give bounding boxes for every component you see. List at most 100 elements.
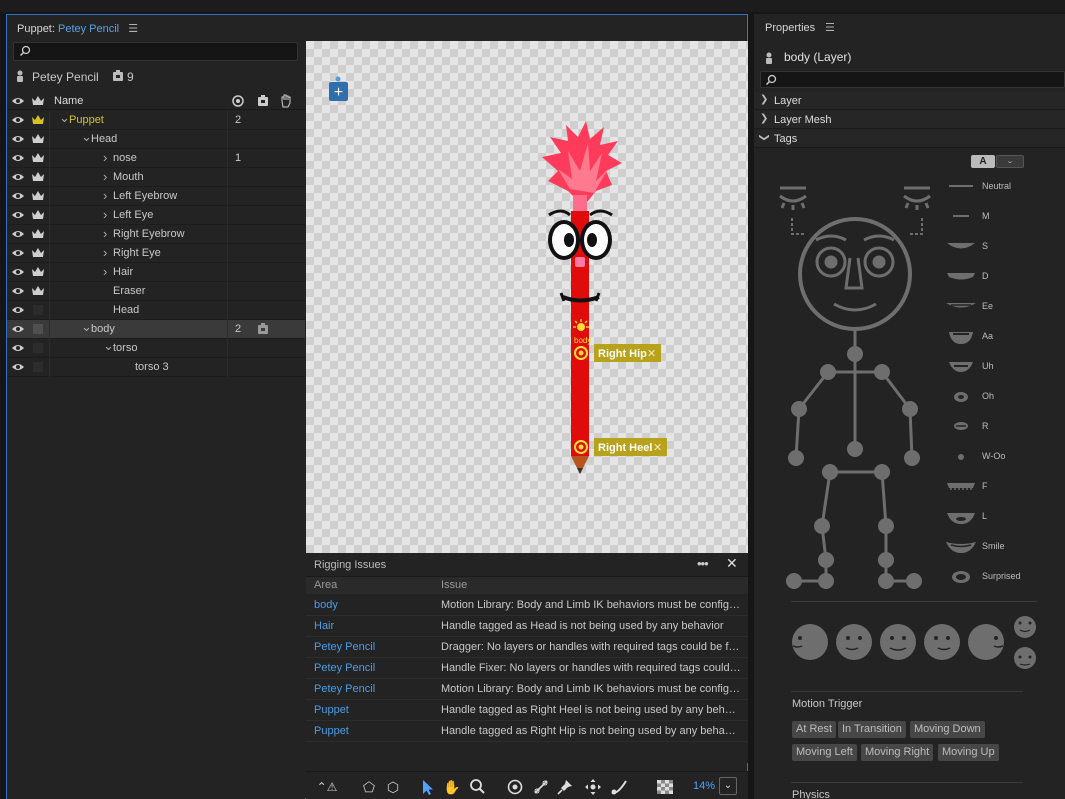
stroke-tool-icon[interactable]: [610, 778, 628, 796]
mouth-shape-icon[interactable]: [945, 210, 977, 224]
layer-row[interactable]: › Right Eyebrow: [7, 225, 305, 244]
mouth-tag-label[interactable]: F: [982, 481, 988, 491]
layer-row[interactable]: Eraser: [7, 282, 305, 301]
mouth-shape-icon[interactable]: [945, 390, 977, 404]
layer-row[interactable]: › Hair: [7, 263, 305, 282]
mouth-shape-icon[interactable]: [945, 420, 977, 434]
issue-area-link[interactable]: body: [314, 599, 338, 611]
crown-icon[interactable]: [31, 114, 45, 125]
layer-row[interactable]: ⌄ Head: [7, 130, 305, 149]
mouth-tag-label[interactable]: W-Oo: [982, 451, 1005, 461]
mouth-tag-label[interactable]: D: [982, 271, 989, 281]
mouth-tag-label[interactable]: Ee: [982, 301, 993, 311]
visibility-eye-icon[interactable]: [11, 267, 25, 277]
motion-trigger-tag[interactable]: Moving Up: [938, 744, 999, 761]
visibility-eye-icon[interactable]: [11, 229, 25, 239]
motion-trigger-tag[interactable]: At Rest: [792, 721, 837, 738]
pin-tool-icon[interactable]: [556, 778, 574, 796]
visibility-eye-icon[interactable]: [11, 134, 25, 144]
mouth-tag-label[interactable]: Neutral: [982, 181, 1011, 191]
mouth-shape-icon[interactable]: [945, 450, 977, 464]
visibility-eye-icon[interactable]: [11, 324, 25, 334]
mouth-shape-icon[interactable]: [945, 330, 977, 344]
crown-icon[interactable]: [31, 266, 45, 277]
issue-area-link[interactable]: Puppet: [314, 704, 349, 716]
layer-row[interactable]: torso 3: [7, 358, 305, 377]
right-heel-remove-icon[interactable]: ✕: [653, 441, 662, 454]
layer-row[interactable]: › Left Eye: [7, 206, 305, 225]
chevron-right-icon[interactable]: ›: [103, 151, 107, 164]
section-layer-mesh[interactable]: ❯ Layer Mesh: [754, 111, 1065, 129]
zoom-tool-icon[interactable]: [468, 778, 486, 796]
layers-search-input[interactable]: [13, 42, 298, 61]
area-column-header[interactable]: Area: [314, 579, 337, 591]
hand-tool-icon[interactable]: ✋: [443, 778, 461, 796]
layer-row[interactable]: › Right Eye: [7, 244, 305, 263]
section-layer[interactable]: ❯ Layer: [754, 92, 1065, 110]
chevron-right-icon[interactable]: ›: [103, 246, 107, 259]
chevron-right-icon[interactable]: ›: [103, 227, 107, 240]
issue-area-link[interactable]: Petey Pencil: [314, 641, 375, 653]
solo-toggle[interactable]: [33, 305, 43, 315]
name-column-label[interactable]: Name: [54, 95, 83, 108]
motion-trigger-tag[interactable]: Moving Down: [910, 721, 985, 738]
crown-icon[interactable]: [31, 152, 45, 163]
warnings-toggle-icon[interactable]: ⌃⚠: [312, 778, 342, 796]
zoom-level[interactable]: 14%: [693, 780, 715, 792]
crown-icon[interactable]: [31, 171, 45, 182]
visibility-eye-icon[interactable]: [11, 343, 25, 353]
mouth-tag-label[interactable]: Surprised: [982, 571, 1021, 581]
mouth-tag-label[interactable]: M: [982, 211, 990, 221]
tag-mode-text-button[interactable]: A: [971, 155, 995, 168]
visibility-eye-icon[interactable]: [11, 305, 25, 315]
layer-row[interactable]: ⌄ torso: [7, 339, 305, 358]
mouth-tag-label[interactable]: S: [982, 241, 988, 251]
visibility-eye-icon[interactable]: [11, 210, 25, 220]
issue-row[interactable]: Petey Pencil Dragger: No layers or handle…: [306, 637, 748, 658]
mouth-shape-icon[interactable]: [945, 300, 977, 314]
section-tags[interactable]: ❯ Tags: [754, 130, 1065, 148]
layer-row[interactable]: › nose 1: [7, 149, 305, 168]
visibility-eye-icon[interactable]: [11, 172, 25, 182]
mouth-shape-icon[interactable]: [945, 510, 977, 524]
motion-trigger-tag[interactable]: Moving Right: [861, 744, 934, 761]
visibility-eye-icon[interactable]: [11, 115, 25, 125]
visibility-eye-icon[interactable]: [11, 153, 25, 163]
layer-row[interactable]: ⌄ body 2: [7, 320, 305, 339]
layer-row[interactable]: ⌄ Puppet 2: [7, 111, 305, 130]
mouth-tag-label[interactable]: Smile: [982, 541, 1005, 551]
crown-icon[interactable]: [31, 133, 45, 144]
crown-icon[interactable]: [31, 247, 45, 258]
issue-area-link[interactable]: Petey Pencil: [314, 683, 375, 695]
mouth-tag-label[interactable]: Aa: [982, 331, 993, 341]
transparency-grid-icon[interactable]: [656, 778, 674, 796]
layer-row[interactable]: Head: [7, 301, 305, 320]
issue-column-header[interactable]: Issue: [441, 579, 467, 591]
motion-trigger-tag[interactable]: In Transition: [838, 721, 906, 738]
solo-toggle[interactable]: [33, 324, 43, 334]
crown-icon[interactable]: [31, 285, 45, 296]
right-hip-remove-icon[interactable]: ✕: [647, 347, 656, 360]
properties-menu-icon[interactable]: ☰: [825, 21, 835, 34]
origin-tool-icon[interactable]: [506, 778, 524, 796]
add-handle-button[interactable]: +: [329, 76, 348, 102]
select-tool-icon[interactable]: [418, 778, 436, 796]
mesh-tool-icon[interactable]: ⬠: [360, 778, 378, 796]
visibility-eye-icon[interactable]: [11, 286, 25, 296]
chevron-right-icon[interactable]: ›: [103, 170, 107, 183]
shape-tool-icon[interactable]: ⬡: [384, 778, 402, 796]
mouth-tag-label[interactable]: R: [982, 421, 989, 431]
mouth-tag-label[interactable]: Oh: [982, 391, 994, 401]
face-and-body-tag-diagram[interactable]: [774, 176, 954, 596]
layer-row[interactable]: › Left Eyebrow: [7, 187, 305, 206]
chevron-right-icon[interactable]: ›: [103, 265, 107, 278]
layer-row[interactable]: › Mouth: [7, 168, 305, 187]
mouth-shape-icon[interactable]: [945, 570, 977, 584]
head-turn-tags[interactable]: [788, 614, 1038, 674]
mouth-shape-icon[interactable]: [945, 270, 977, 284]
issue-area-link[interactable]: Puppet: [314, 725, 349, 737]
visibility-eye-icon[interactable]: [11, 248, 25, 258]
visibility-eye-icon[interactable]: [11, 362, 25, 372]
crown-icon[interactable]: [31, 228, 45, 239]
motion-trigger-tag[interactable]: Moving Left: [792, 744, 857, 761]
